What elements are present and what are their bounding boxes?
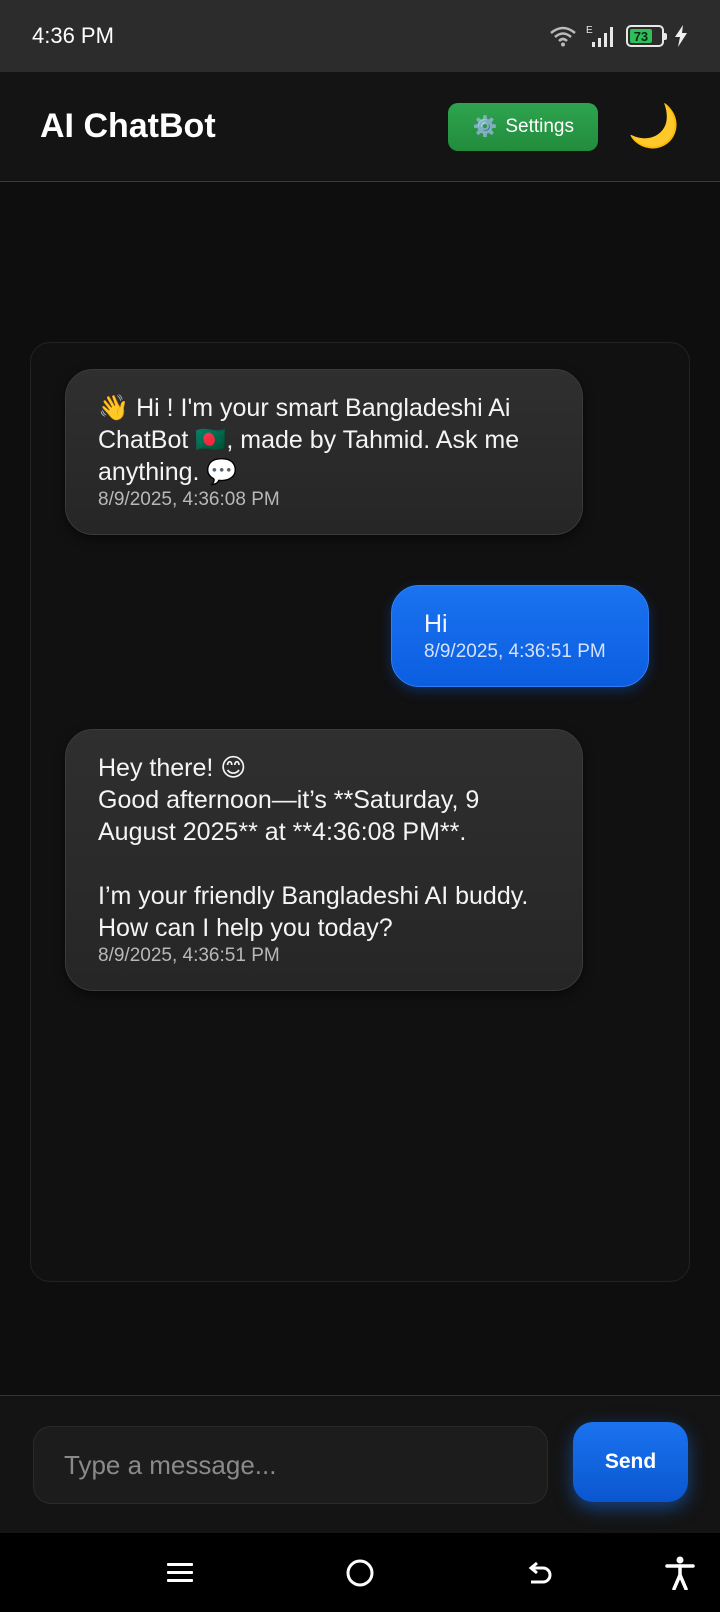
gear-icon: ⚙️ <box>472 116 498 138</box>
message-input[interactable] <box>33 1426 548 1504</box>
home-icon[interactable] <box>338 1551 382 1595</box>
wifi-icon <box>550 25 576 47</box>
message-composer: Send <box>0 1395 720 1533</box>
send-button[interactable]: Send <box>573 1422 688 1502</box>
bot-message: 👋 Hi ! I'm your smart Bangladeshi Ai Cha… <box>65 369 583 535</box>
charging-icon <box>674 25 688 47</box>
message-timestamp: 8/9/2025, 4:36:51 PM <box>98 945 280 966</box>
app-header: AI ChatBot ⚙️ Settings 🌙 <box>0 72 720 182</box>
menu-icon[interactable] <box>158 1551 202 1595</box>
message-text: Hi <box>424 610 448 638</box>
status-time: 4:36 PM <box>32 23 114 48</box>
system-nav-bar <box>0 1533 720 1612</box>
battery-level: 73 <box>630 29 652 44</box>
accessibility-icon[interactable] <box>658 1551 702 1595</box>
user-message: Hi 8/9/2025, 4:36:51 PM <box>391 585 649 687</box>
status-icons: E 73 <box>550 24 688 48</box>
message-text: 👋 Hi ! I'm your smart Bangladeshi Ai Cha… <box>98 394 527 486</box>
app-title: AI ChatBot <box>40 107 216 145</box>
message-text: Hey there! 😊 Good afternoon—it’s **Satur… <box>98 754 529 942</box>
back-icon[interactable] <box>518 1551 562 1595</box>
settings-label: Settings <box>505 115 574 137</box>
network-type-label: E <box>586 25 593 36</box>
signal-icon: E <box>586 24 616 48</box>
theme-toggle-button[interactable]: 🌙 <box>628 101 680 153</box>
message-timestamp: 8/9/2025, 4:36:51 PM <box>424 641 606 662</box>
settings-button[interactable]: ⚙️ Settings <box>448 102 598 151</box>
battery-icon: 73 <box>626 25 667 47</box>
moon-icon: 🌙 <box>627 102 681 149</box>
status-bar: 4:36 PM E 73 <box>0 0 720 72</box>
chat-messages-panel[interactable]: 👋 Hi ! I'm your smart Bangladeshi Ai Cha… <box>30 342 690 1282</box>
message-timestamp: 8/9/2025, 4:36:08 PM <box>98 489 280 510</box>
bot-message: Hey there! 😊 Good afternoon—it’s **Satur… <box>65 729 583 991</box>
